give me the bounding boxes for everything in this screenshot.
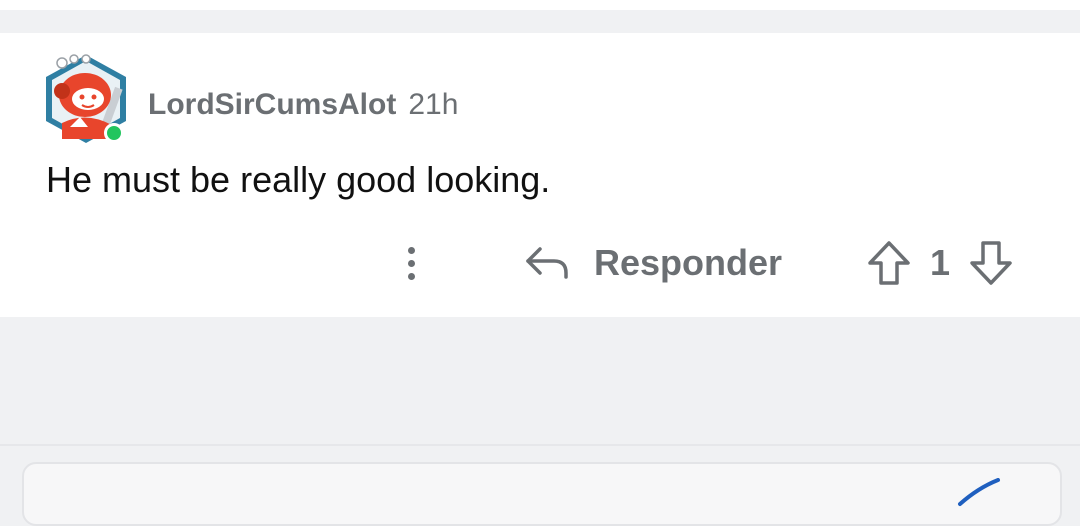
reply-arrow-icon — [522, 243, 572, 283]
upvote-arrow-icon[interactable] — [866, 239, 912, 287]
more-vertical-icon — [407, 246, 415, 254]
divider — [0, 444, 1080, 446]
comment-meta: LordSirCumsAlot 21h — [148, 85, 458, 125]
edit-pen-icon — [958, 478, 1000, 506]
comment-card: LordSirCumsAlot 21h He must be really go… — [0, 33, 1080, 317]
reply-button[interactable]: Responder — [522, 239, 782, 287]
top-strip — [0, 0, 1080, 10]
vote-score: 1 — [929, 242, 951, 283]
comment-body: He must be really good looking. — [46, 159, 551, 200]
more-options-button[interactable] — [392, 239, 430, 287]
comment-actions: Responder 1 — [0, 233, 1080, 293]
online-status-dot — [104, 123, 124, 143]
username[interactable]: LordSirCumsAlot — [148, 88, 396, 122]
reply-label: Responder — [594, 242, 783, 283]
reply-composer-field[interactable] — [22, 462, 1062, 526]
comment-age: 21h — [408, 88, 459, 121]
downvote-arrow-icon[interactable] — [968, 239, 1014, 287]
vote-controls: 1 — [866, 239, 1014, 287]
